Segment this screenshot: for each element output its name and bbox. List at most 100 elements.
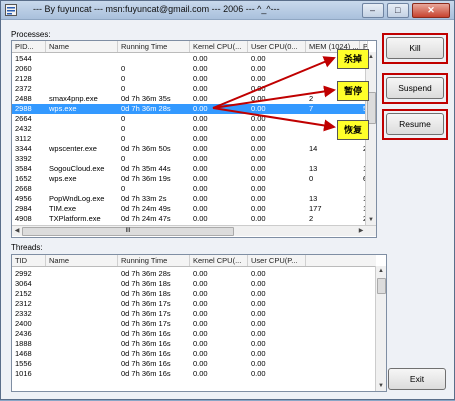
- table-row[interactable]: 1544 0.00 0.00: [12, 54, 365, 64]
- table-cell: [46, 269, 118, 279]
- thread-list[interactable]: TID Name Running Time Kernel CPU(... User CP…: [11, 254, 387, 392]
- table-row[interactable]: 1016 0d 7h 36m 16s 0.00 0.00: [12, 369, 375, 379]
- table-cell: 0.00: [193, 369, 208, 378]
- table-cell: 2: [309, 214, 314, 223]
- process-horizontal-scrollbar[interactable]: ◀ III ▶: [12, 225, 376, 236]
- table-row[interactable]: 2436 0d 7h 36m 16s 0.00 0.00: [12, 329, 375, 339]
- table-row[interactable]: 2312 0d 7h 36m 17s 0.00 0.00: [12, 299, 375, 309]
- table-cell: 0.00: [251, 359, 266, 368]
- column-header[interactable]: Kernel CPU(...: [190, 41, 248, 52]
- scroll-thumb[interactable]: [377, 278, 386, 294]
- column-header[interactable]: TID: [12, 255, 46, 266]
- table-cell: 0.00: [193, 124, 208, 133]
- table-cell: 3112: [15, 134, 32, 143]
- scroll-up-icon[interactable]: ▲: [376, 266, 386, 276]
- suspend-annotation: 暂停: [337, 81, 370, 101]
- table-cell: [46, 329, 118, 339]
- table-cell: 0d 7h 36m 16s: [121, 369, 171, 378]
- maximize-button[interactable]: □: [386, 3, 409, 18]
- table-cell: 0: [121, 64, 126, 73]
- table-cell: [46, 349, 118, 359]
- table-cell: 0.00: [193, 84, 208, 93]
- table-row[interactable]: 2992 0d 7h 36m 28s 0.00 0.00: [12, 269, 375, 279]
- table-cell: wpscenter.exe: [49, 144, 97, 153]
- table-row[interactable]: 3584 SogouCloud.exe 0d 7h 35m 44s 0.00 0.00 1…: [12, 164, 368, 174]
- table-row[interactable]: 3112 0 0.00 0.00: [12, 134, 365, 144]
- scroll-down-icon[interactable]: ▼: [366, 215, 376, 225]
- table-row[interactable]: 1888 0d 7h 36m 16s 0.00 0.00: [12, 339, 375, 349]
- table-row[interactable]: 2152 0d 7h 36m 18s 0.00 0.00: [12, 289, 375, 299]
- close-button[interactable]: ✕: [412, 3, 450, 18]
- process-list[interactable]: PID... Name Running Time Kernel CPU(... User…: [11, 40, 377, 238]
- table-row[interactable]: 2400 0d 7h 36m 17s 0.00 0.00: [12, 319, 375, 329]
- column-header[interactable]: PID...: [12, 41, 46, 52]
- table-row[interactable]: 2372 0 0.00 0.00: [12, 84, 365, 94]
- table-row[interactable]: 2664 0 0.00 0.00: [12, 114, 365, 124]
- table-cell: 0.00: [193, 54, 208, 63]
- table-cell: [46, 359, 118, 369]
- table-cell: 0.00: [193, 164, 208, 173]
- table-cell: [118, 54, 190, 64]
- table-row[interactable]: 3064 0d 7h 36m 18s 0.00 0.00: [12, 279, 375, 289]
- scroll-down-icon[interactable]: ▼: [376, 381, 386, 391]
- table-cell: 0.00: [193, 329, 208, 338]
- table-row[interactable]: 2432 0 0.00 0.00: [12, 124, 365, 134]
- table-row[interactable]: 1556 0d 7h 36m 16s 0.00 0.00: [12, 359, 375, 369]
- table-cell: 2664: [15, 114, 32, 123]
- table-cell: 0.00: [193, 349, 208, 358]
- table-cell: 4908: [15, 214, 32, 223]
- table-row[interactable]: 1652wps.exe0d 7h 36m 19s0.000.00062: [12, 174, 368, 184]
- table-cell: 0d 7h 36m 35s: [121, 94, 171, 103]
- resume-button[interactable]: Resume: [386, 113, 444, 135]
- table-cell: [306, 184, 360, 194]
- table-row[interactable]: 2128 0 0.00 0.00: [12, 74, 365, 84]
- scroll-right-icon[interactable]: ▶: [356, 226, 366, 236]
- table-cell: 0.00: [193, 144, 208, 153]
- scroll-thumb[interactable]: III: [22, 227, 234, 236]
- kill-button[interactable]: Kill: [386, 37, 444, 59]
- column-header[interactable]: Running Time: [118, 255, 190, 266]
- table-cell: [46, 154, 118, 164]
- column-header[interactable]: Kernel CPU(...: [190, 255, 248, 266]
- table-cell: 1888: [15, 339, 32, 348]
- table-cell: 0.00: [193, 194, 208, 203]
- column-header[interactable]: User CPU(0...: [248, 41, 306, 52]
- table-cell: 0d 7h 36m 50s: [121, 144, 171, 153]
- table-cell: 1016: [15, 369, 32, 378]
- table-row[interactable]: 3344 wpscenter.exe 0d 7h 36m 50s 0.00 0.00 14…: [12, 144, 368, 154]
- table-cell: 1544: [15, 54, 32, 63]
- table-cell: [46, 299, 118, 309]
- table-row[interactable]: 4908 TXPlatform.exe 0d 7h 24m 47s 0.00 0.00 2…: [12, 214, 367, 224]
- table-row[interactable]: 2984TIM.exe0d 7h 24m 49s0.000.0017715: [12, 204, 368, 214]
- column-header[interactable]: Running Time: [118, 41, 190, 52]
- table-cell: 0d 7h 36m 17s: [121, 319, 171, 328]
- table-cell: 0d 7h 36m 16s: [121, 329, 171, 338]
- minimize-button[interactable]: –: [361, 3, 384, 18]
- table-cell: 0d 7h 36m 17s: [121, 309, 171, 318]
- table-row[interactable]: 2332 0d 7h 36m 17s 0.00 0.00: [12, 309, 375, 319]
- table-row[interactable]: 2488smax4pnp.exe0d 7h 36m 35s0.000.0022: [12, 94, 367, 104]
- title-bar[interactable]: --- By fuyuncat --- msn:fuyuncat@gmail.c…: [1, 1, 454, 20]
- column-header[interactable]: User CPU(P...: [248, 255, 306, 266]
- table-cell: 0d 7h 36m 18s: [121, 279, 171, 288]
- table-cell: 0d 7h 36m 16s: [121, 339, 171, 348]
- scroll-left-icon[interactable]: ◀: [12, 226, 22, 236]
- table-cell: 0.00: [251, 114, 266, 123]
- table-row[interactable]: 2668 0 0.00 0.00: [12, 184, 365, 194]
- column-header[interactable]: Name: [46, 41, 118, 52]
- table-cell: [46, 114, 118, 124]
- table-cell: 2488: [15, 94, 32, 103]
- table-row[interactable]: 2988wps.exe0d 7h 36m 28s0.000.00759: [12, 104, 368, 114]
- table-row[interactable]: 1468 0d 7h 36m 16s 0.00 0.00: [12, 349, 375, 359]
- table-row[interactable]: 3392 0 0.00 0.00: [12, 154, 365, 164]
- table-row[interactable]: 2060 0 0.00 0.00: [12, 64, 365, 74]
- table-cell: 0d 7h 36m 28s: [121, 269, 171, 278]
- thread-vertical-scrollbar[interactable]: ▲ ▼: [375, 266, 386, 391]
- table-cell: 0.00: [193, 269, 208, 278]
- column-header[interactable]: Name: [46, 255, 118, 266]
- app-icon: [5, 4, 17, 16]
- table-row[interactable]: 4956PopWndLog.exe0d 7h 33m 2s0.000.00131…: [12, 194, 368, 204]
- table-cell: 3064: [15, 279, 32, 288]
- exit-button[interactable]: Exit: [388, 368, 446, 390]
- suspend-button[interactable]: Suspend: [386, 77, 444, 99]
